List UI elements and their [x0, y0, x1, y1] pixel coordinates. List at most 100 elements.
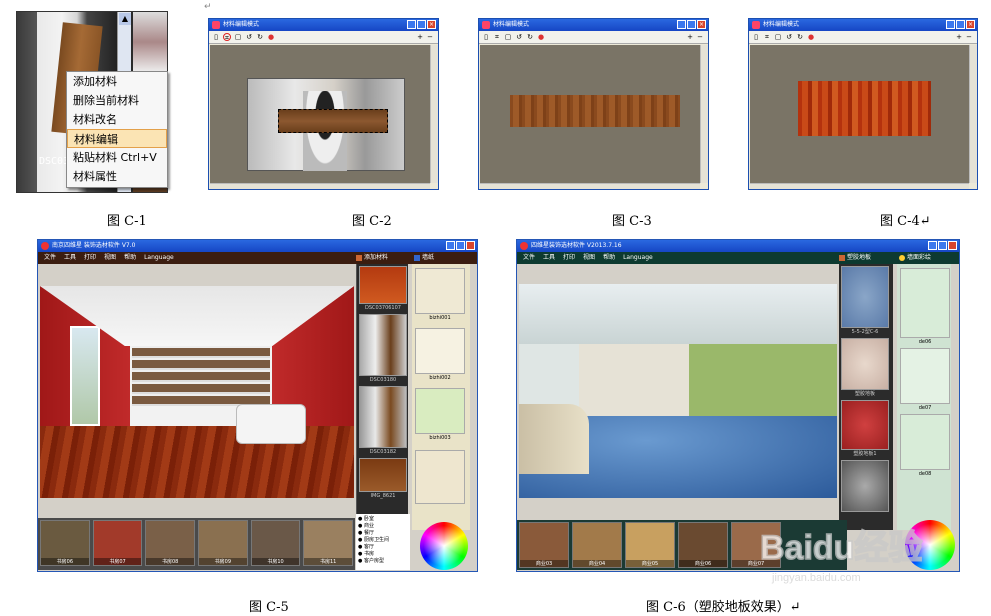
menu-tools[interactable]: 工具	[543, 252, 555, 264]
zoom-in-icon[interactable]: +	[686, 33, 694, 41]
tab-vinyl-floor[interactable]: 塑胶地板	[839, 252, 871, 264]
vertical-scrollbar[interactable]	[700, 45, 708, 183]
close-button[interactable]: ×	[697, 20, 706, 29]
minimize-button[interactable]	[928, 241, 937, 250]
scene-thumbnail[interactable]: 书房07	[92, 520, 143, 566]
scene-thumbnail[interactable]: 商业05	[625, 522, 675, 568]
menu-language[interactable]: Language	[623, 252, 653, 264]
scroll-up-icon[interactable]: ▲	[119, 13, 131, 25]
material-thumbnail[interactable]: DSC03180	[359, 314, 407, 383]
close-button[interactable]	[948, 241, 957, 250]
tab-wall-painting[interactable]: 墙面彩绘	[899, 252, 931, 264]
maximize-button[interactable]	[938, 241, 947, 250]
color-icon[interactable]: ●	[267, 33, 275, 41]
select-icon[interactable]: ▢	[504, 33, 512, 41]
zoom-in-icon[interactable]: +	[955, 33, 963, 41]
select-icon[interactable]: ▢	[774, 33, 782, 41]
crop-icon[interactable]: ⌗	[763, 33, 771, 41]
editor-canvas[interactable]	[750, 45, 969, 183]
wallpaper-thumbnail[interactable]	[415, 450, 465, 504]
wall-painting-thumbnail[interactable]: de07	[900, 348, 950, 411]
minimize-button[interactable]	[446, 241, 455, 250]
menu-item-add-material[interactable]: 添加材料	[67, 72, 167, 91]
vertical-scrollbar[interactable]	[969, 45, 977, 183]
radio-bedroom[interactable]: ● 卧室	[358, 516, 408, 523]
maximize-button[interactable]	[956, 20, 965, 29]
menu-item-edit-material[interactable]: 材料编辑	[67, 129, 167, 148]
wall-painting-thumbnail[interactable]: de06	[900, 268, 950, 345]
menu-view[interactable]: 视图	[104, 252, 116, 264]
scene-thumbnail[interactable]: 书房08	[145, 520, 196, 566]
scene-thumbnail[interactable]: 书房11	[303, 520, 354, 566]
menu-file[interactable]: 文件	[523, 252, 535, 264]
minimize-button[interactable]	[946, 20, 955, 29]
menu-item-material-properties[interactable]: 材料属性	[67, 167, 167, 186]
radio-living[interactable]: ● 客厅	[358, 544, 408, 551]
tab-add-material[interactable]: 添加材料	[356, 252, 388, 264]
menu-print[interactable]: 打印	[563, 252, 575, 264]
menu-help[interactable]: 帮助	[124, 252, 136, 264]
wallpaper-thumbnail[interactable]: bizhi002	[415, 328, 465, 381]
minimize-button[interactable]	[407, 20, 416, 29]
maximize-button[interactable]	[456, 241, 465, 250]
radio-custom[interactable]: ● 客户房型	[358, 558, 408, 565]
close-button[interactable]: ×	[966, 20, 975, 29]
material-thumbnail[interactable]	[841, 460, 889, 512]
zoom-in-icon[interactable]: +	[416, 33, 424, 41]
color-icon[interactable]: ●	[537, 33, 545, 41]
horizontal-scrollbar[interactable]	[210, 183, 430, 189]
scene-thumbnail[interactable]: 商业04	[572, 522, 622, 568]
undo-icon[interactable]: ▯	[752, 33, 760, 41]
room-render-view[interactable]	[40, 286, 354, 498]
crop-icon[interactable]: ⌗	[223, 33, 231, 42]
vertical-scrollbar[interactable]	[430, 45, 438, 183]
rotate-right-icon[interactable]: ↻	[256, 33, 264, 41]
material-thumbnail[interactable]: 5-5-2型C-6	[841, 266, 889, 335]
rotate-left-icon[interactable]: ↺	[515, 33, 523, 41]
menu-help[interactable]: 帮助	[603, 252, 615, 264]
menu-item-delete-material[interactable]: 删除当前材料	[67, 91, 167, 110]
color-wheel[interactable]	[420, 522, 468, 570]
rotate-right-icon[interactable]: ↻	[796, 33, 804, 41]
wallpaper-thumbnail[interactable]: bizhi001	[415, 268, 465, 321]
scene-thumbnail[interactable]: 商业06	[678, 522, 728, 568]
material-thumbnail[interactable]: DSC03182	[359, 386, 407, 455]
maximize-button[interactable]	[687, 20, 696, 29]
rotate-left-icon[interactable]: ↺	[245, 33, 253, 41]
menu-print[interactable]: 打印	[84, 252, 96, 264]
menu-view[interactable]: 视图	[583, 252, 595, 264]
crop-icon[interactable]: ⌗	[493, 33, 501, 41]
horizontal-scrollbar[interactable]	[480, 183, 700, 189]
scene-thumbnail[interactable]: 书房06	[40, 520, 90, 566]
menu-file[interactable]: 文件	[44, 252, 56, 264]
scene-thumbnail[interactable]: 书房10	[250, 520, 301, 566]
rotate-right-icon[interactable]: ↻	[526, 33, 534, 41]
rotate-left-icon[interactable]: ↺	[785, 33, 793, 41]
close-button[interactable]: ×	[427, 20, 436, 29]
undo-icon[interactable]: ▯	[482, 33, 490, 41]
material-thumbnail[interactable]: 塑胶地板	[841, 338, 889, 397]
minimize-button[interactable]	[677, 20, 686, 29]
material-thumbnail[interactable]: 塑胶地板1	[841, 400, 889, 457]
tab-wallpaper[interactable]: 墙纸	[414, 252, 434, 264]
material-thumbnail[interactable]: DSC03706107	[359, 266, 407, 311]
radio-commercial[interactable]: ● 商业	[358, 523, 408, 530]
room-render-view[interactable]	[519, 284, 837, 498]
zoom-out-icon[interactable]: −	[426, 33, 434, 41]
close-button[interactable]	[466, 241, 475, 250]
scene-thumbnail[interactable]: 商业03	[519, 522, 569, 568]
select-icon[interactable]: ▢	[234, 33, 242, 41]
editor-canvas[interactable]	[480, 45, 700, 183]
menu-item-rename-material[interactable]: 材料改名	[67, 110, 167, 129]
crop-selection[interactable]	[278, 109, 388, 133]
material-thumbnail[interactable]: IMG_8621	[359, 458, 407, 499]
wallpaper-thumbnail[interactable]: bizhi003	[415, 388, 465, 441]
material-thumbnail[interactable]	[133, 12, 167, 72]
scene-thumbnail[interactable]: 书房09	[198, 520, 248, 566]
radio-study[interactable]: ● 书房	[358, 551, 408, 558]
menu-item-paste-material[interactable]: 粘贴材料 Ctrl+V	[67, 148, 167, 167]
zoom-out-icon[interactable]: −	[965, 33, 973, 41]
zoom-out-icon[interactable]: −	[696, 33, 704, 41]
menu-language[interactable]: Language	[144, 252, 174, 264]
radio-dining[interactable]: ● 餐厅	[358, 530, 408, 537]
